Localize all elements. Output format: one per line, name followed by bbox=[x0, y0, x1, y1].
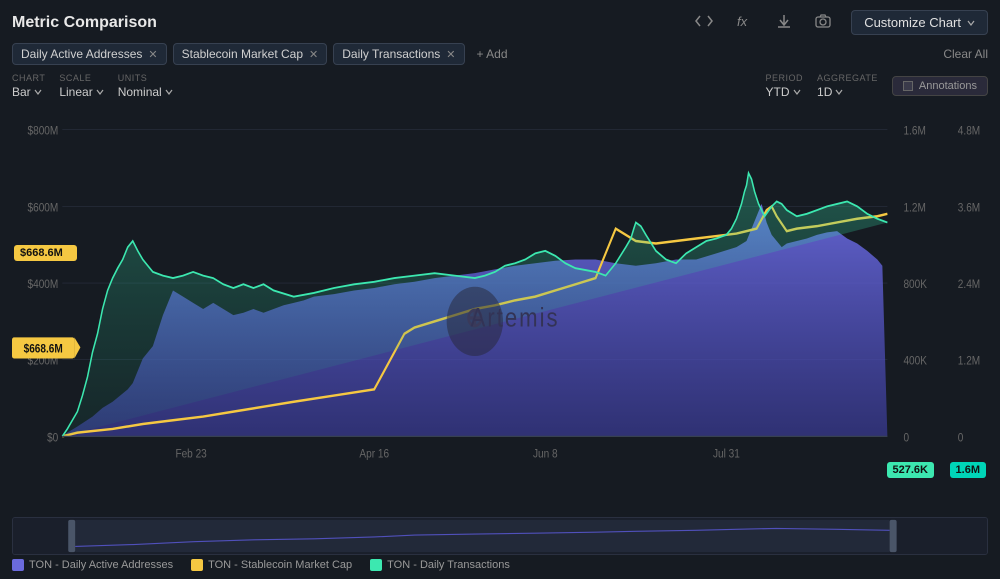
tag-stablecoin[interactable]: Stablecoin Market Cap ✕ bbox=[173, 43, 328, 65]
tag-daily-active[interactable]: Daily Active Addresses ✕ bbox=[12, 43, 167, 65]
svg-text:0: 0 bbox=[903, 431, 909, 444]
svg-text:Jun 8: Jun 8 bbox=[533, 447, 558, 460]
scale-control: SCALE Linear bbox=[59, 73, 103, 99]
svg-text:1.6M: 1.6M bbox=[903, 125, 925, 138]
legend-item-daily-tx: TON - Daily Transactions bbox=[370, 559, 510, 571]
controls-left: CHART Bar SCALE Linear UNITS Nominal bbox=[12, 73, 173, 99]
svg-text:800K: 800K bbox=[903, 278, 927, 291]
legend-item-daily-active: TON - Daily Active Addresses bbox=[12, 559, 173, 571]
svg-text:$600M: $600M bbox=[28, 201, 59, 214]
mini-chart-svg bbox=[13, 518, 987, 554]
controls-right: PERIOD YTD AGGREGATE 1D Annotations bbox=[766, 73, 988, 99]
header: Metric Comparison fx Customize Chart bbox=[12, 10, 988, 35]
tag-stablecoin-close[interactable]: ✕ bbox=[309, 48, 318, 61]
tag-daily-tx-close[interactable]: ✕ bbox=[446, 48, 455, 61]
legend-color-daily-tx bbox=[370, 559, 382, 571]
download-icon-button[interactable] bbox=[773, 12, 795, 33]
period-control: PERIOD YTD bbox=[766, 73, 804, 99]
svg-text:$400M: $400M bbox=[28, 278, 59, 291]
fx-icon-button[interactable]: fx bbox=[733, 12, 757, 33]
clear-all-button[interactable]: Clear All bbox=[943, 47, 988, 61]
annotations-label: Annotations bbox=[919, 80, 977, 92]
aggregate-select[interactable]: 1D bbox=[817, 85, 878, 99]
stablecoin-badge-overlay: $668.6M bbox=[14, 245, 77, 261]
camera-icon-button[interactable] bbox=[811, 12, 835, 33]
header-icons: fx Customize Chart bbox=[691, 10, 988, 35]
customize-chart-label: Customize Chart bbox=[864, 15, 961, 30]
svg-text:Jul 31: Jul 31 bbox=[713, 447, 740, 460]
chart-select[interactable]: Bar bbox=[12, 85, 45, 99]
svg-text:$800M: $800M bbox=[28, 125, 59, 138]
page-title: Metric Comparison bbox=[12, 14, 157, 32]
controls-row: CHART Bar SCALE Linear UNITS Nominal bbox=[12, 73, 988, 99]
tag-daily-active-close[interactable]: ✕ bbox=[148, 48, 157, 61]
tags-left: Daily Active Addresses ✕ Stablecoin Mark… bbox=[12, 43, 514, 65]
tags-row: Daily Active Addresses ✕ Stablecoin Mark… bbox=[12, 43, 988, 65]
svg-text:1.2M: 1.2M bbox=[903, 201, 925, 214]
tag-daily-tx[interactable]: Daily Transactions ✕ bbox=[333, 43, 464, 65]
tx-right-value: 1.6M bbox=[956, 464, 980, 476]
legend-item-stablecoin: TON - Stablecoin Market Cap bbox=[191, 559, 352, 571]
svg-text:0: 0 bbox=[958, 431, 964, 444]
tx-mid-badge-overlay: 527.6K bbox=[887, 462, 934, 478]
svg-text:$668.6M: $668.6M bbox=[24, 342, 63, 355]
mini-chart[interactable] bbox=[12, 517, 988, 555]
svg-text:3.6M: 3.6M bbox=[958, 201, 980, 214]
annotations-badge[interactable]: Annotations bbox=[892, 76, 988, 96]
aggregate-control: AGGREGATE 1D bbox=[817, 73, 878, 99]
chart-control: CHART Bar bbox=[12, 73, 45, 99]
customize-chart-button[interactable]: Customize Chart bbox=[851, 10, 988, 35]
svg-text:2.4M: 2.4M bbox=[958, 278, 980, 291]
tx-right-badge-overlay: 1.6M bbox=[950, 462, 986, 478]
legend-color-daily-active bbox=[12, 559, 24, 571]
period-select[interactable]: YTD bbox=[766, 85, 804, 99]
chart-area: $800M $600M $400M $200M $0 1.6M 1.2M 800… bbox=[12, 105, 988, 513]
svg-text:1.2M: 1.2M bbox=[958, 355, 980, 368]
svg-text:Artemis: Artemis bbox=[471, 303, 560, 333]
scale-select[interactable]: Linear bbox=[59, 85, 103, 99]
annotations-square-icon bbox=[903, 81, 913, 91]
svg-text:400K: 400K bbox=[903, 355, 927, 368]
code-icon-button[interactable] bbox=[691, 12, 717, 33]
legend-row: TON - Daily Active Addresses TON - Stabl… bbox=[12, 559, 988, 571]
chart-svg: $800M $600M $400M $200M $0 1.6M 1.2M 800… bbox=[12, 105, 988, 513]
stablecoin-value: $668.6M bbox=[20, 247, 63, 259]
tx-mid-value: 527.6K bbox=[893, 464, 928, 476]
main-container: Metric Comparison fx Customize Chart D bbox=[0, 0, 1000, 579]
svg-text:fx: fx bbox=[737, 14, 748, 28]
svg-text:$0: $0 bbox=[47, 431, 58, 444]
legend-color-stablecoin bbox=[191, 559, 203, 571]
units-select[interactable]: Nominal bbox=[118, 85, 173, 99]
add-metric-button[interactable]: + Add bbox=[471, 44, 514, 64]
svg-text:Apr 16: Apr 16 bbox=[359, 447, 389, 460]
units-control: UNITS Nominal bbox=[118, 73, 173, 99]
svg-text:4.8M: 4.8M bbox=[958, 125, 980, 138]
svg-text:Feb 23: Feb 23 bbox=[175, 447, 206, 460]
